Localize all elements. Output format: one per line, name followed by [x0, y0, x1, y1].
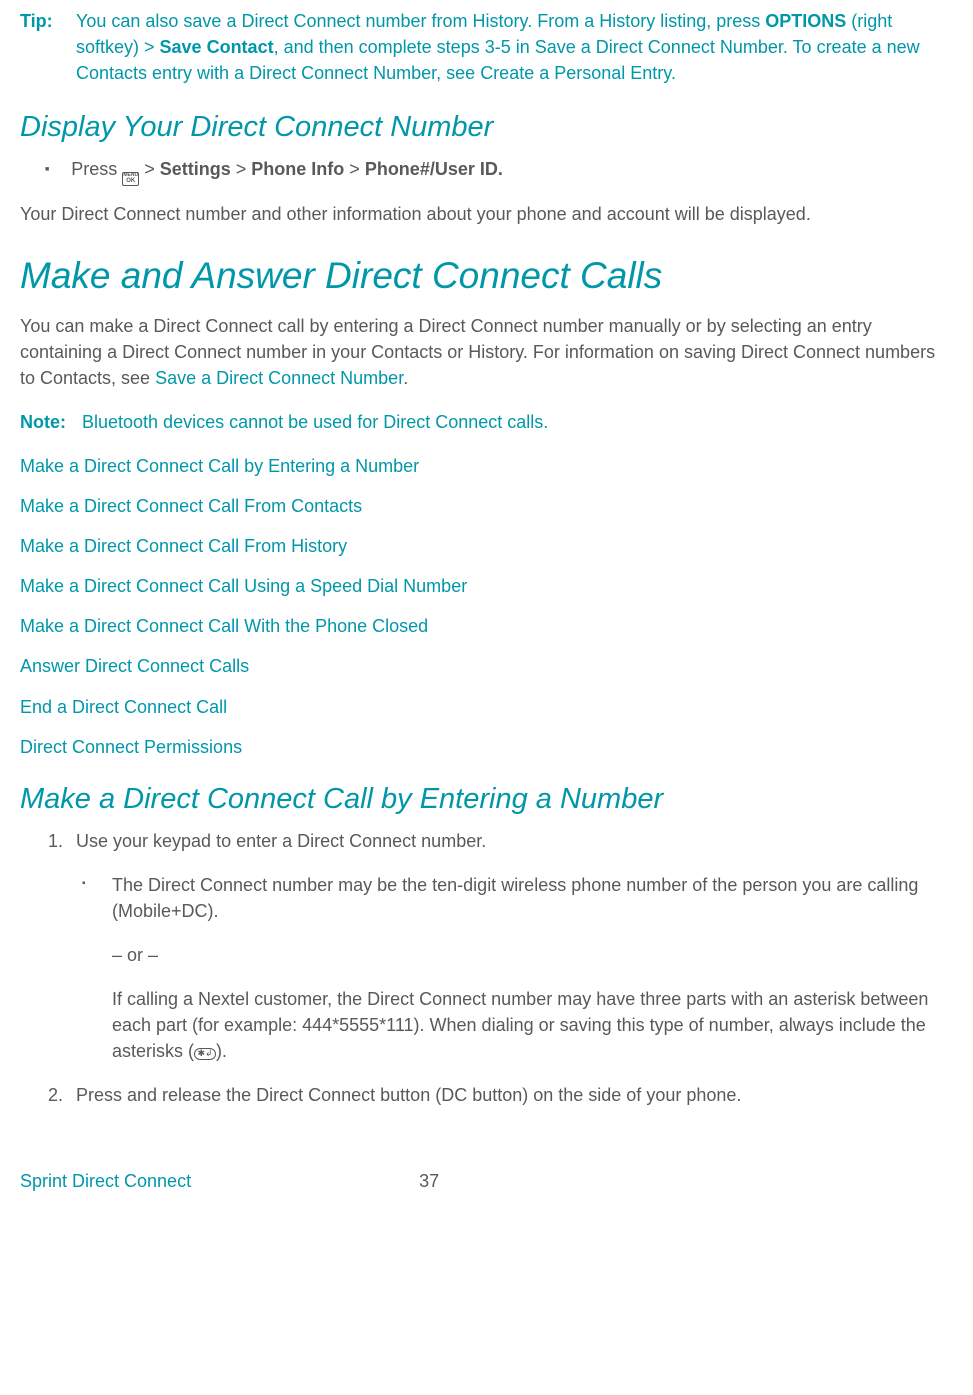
ok-key-icon: MENUOK: [122, 172, 139, 186]
link-answer-calls[interactable]: Answer Direct Connect Calls: [20, 653, 953, 679]
gt-text: >: [231, 159, 252, 179]
gt-text: >: [139, 159, 160, 179]
tip-link-save-dc[interactable]: Save a Direct Connect Number: [535, 37, 783, 57]
gt-text: >: [344, 159, 365, 179]
make-call-heading: Make a Direct Connect Call by Entering a…: [20, 778, 953, 820]
sub-bullet-text: The Direct Connect number may be the ten…: [112, 872, 953, 924]
settings-text: Settings: [160, 159, 231, 179]
asterisk-key-icon: ✱↲: [194, 1048, 216, 1060]
make-answer-para: You can make a Direct Connect call by en…: [20, 313, 953, 391]
tip-label: Tip:: [20, 8, 76, 86]
step-text: Press and release the Direct Connect but…: [76, 1082, 953, 1108]
note-block: Note: Bluetooth devices cannot be used f…: [20, 409, 953, 435]
note-content: Bluetooth devices cannot be used for Dir…: [82, 409, 953, 435]
bullet-content: Press MENUOK > Settings > Phone Info > P…: [71, 156, 953, 185]
step-2: 2. Press and release the Direct Connect …: [48, 1082, 953, 1108]
page-footer: Sprint Direct Connect 37: [20, 1168, 953, 1194]
period-text: .: [403, 368, 408, 388]
phone-user-text: Phone#/User ID.: [365, 159, 503, 179]
link-permissions[interactable]: Direct Connect Permissions: [20, 734, 953, 760]
link-end-call[interactable]: End a Direct Connect Call: [20, 694, 953, 720]
tip-text: You can also save a Direct Connect numbe…: [76, 11, 765, 31]
link-make-from-history[interactable]: Make a Direct Connect Call From History: [20, 533, 953, 559]
tip-text: , and then complete steps 3-5 in: [274, 37, 535, 57]
tip-options: OPTIONS: [765, 11, 846, 31]
nextel-text: If calling a Nextel customer, the Direct…: [112, 986, 953, 1064]
footer-page-number: 37: [419, 1168, 439, 1194]
tip-content: You can also save a Direct Connect numbe…: [76, 8, 953, 86]
tip-link-personal-entry[interactable]: Create a Personal Entry: [480, 63, 671, 83]
tip-block: Tip: You can also save a Direct Connect …: [20, 8, 953, 86]
link-make-speed-dial[interactable]: Make a Direct Connect Call Using a Speed…: [20, 573, 953, 599]
link-make-by-number[interactable]: Make a Direct Connect Call by Entering a…: [20, 453, 953, 479]
step-num: 2.: [48, 1082, 76, 1108]
link-make-phone-closed[interactable]: Make a Direct Connect Call With the Phon…: [20, 613, 953, 639]
sub-bullet: ▪ The Direct Connect number may be the t…: [82, 872, 953, 924]
phone-info-text: Phone Info: [251, 159, 344, 179]
link-make-from-contacts[interactable]: Make a Direct Connect Call From Contacts: [20, 493, 953, 519]
tip-text: .: [671, 63, 676, 83]
step-text: Use your keypad to enter a Direct Connec…: [76, 828, 953, 854]
display-bullet: ■ Press MENUOK > Settings > Phone Info >…: [45, 156, 953, 185]
step-num: 1.: [48, 828, 76, 854]
tip-save-contact: Save Contact: [160, 37, 274, 57]
or-text: – or –: [112, 942, 953, 968]
note-label: Note:: [20, 409, 82, 435]
display-para: Your Direct Connect number and other inf…: [20, 201, 953, 227]
step-1: 1. Use your keypad to enter a Direct Con…: [48, 828, 953, 854]
footer-section: Sprint Direct Connect: [20, 1168, 191, 1194]
nextel-text-part2: ).: [216, 1041, 227, 1061]
square-bullet-icon: ▪: [82, 877, 112, 929]
nextel-text-part1: If calling a Nextel customer, the Direct…: [112, 989, 928, 1061]
press-text: Press: [71, 159, 122, 179]
display-heading: Display Your Direct Connect Number: [20, 106, 953, 148]
save-dc-link[interactable]: Save a Direct Connect Number: [155, 368, 403, 388]
make-answer-heading: Make and Answer Direct Connect Calls: [20, 249, 953, 303]
bullet-dot-icon: ■: [45, 165, 49, 175]
